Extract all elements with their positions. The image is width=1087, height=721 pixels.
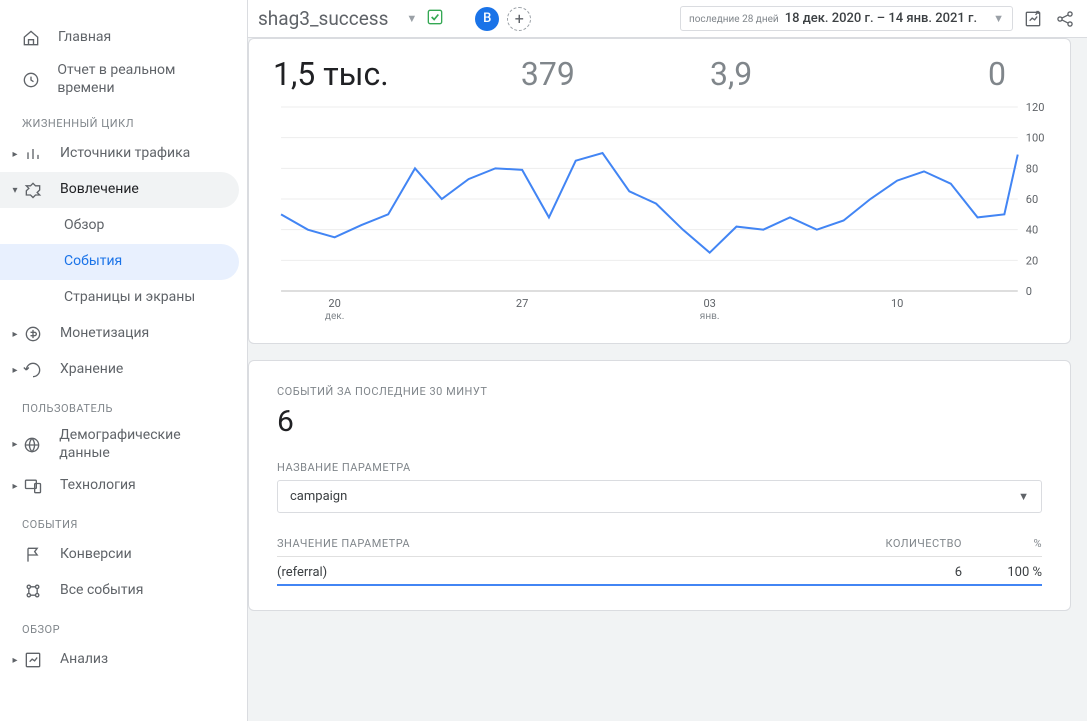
events-30min-title: СОБЫТИЙ ЗА ПОСЛЕДНИЕ 30 МИНУТ [277, 385, 1042, 398]
chevron-down-icon: ▼ [993, 12, 1004, 25]
nav-home[interactable]: Главная [0, 20, 239, 56]
chevron-right-icon: ▸ [8, 365, 22, 376]
nav-label: Хранение [60, 361, 123, 379]
event-name: shag3_success [252, 7, 388, 30]
param-selected-value: campaign [290, 489, 347, 504]
flag-icon [22, 545, 44, 565]
svg-text:100: 100 [1026, 132, 1045, 145]
svg-text:27: 27 [516, 297, 528, 310]
sidebar: Главная Отчет в реальном времени ЖИЗНЕНН… [0, 0, 248, 721]
svg-text:10: 10 [891, 297, 903, 310]
nav-label: Вовлечение [60, 181, 139, 199]
nav-analysis[interactable]: ▸ Анализ [0, 642, 239, 678]
metric-1[interactable]: 1,5 тыс. [273, 55, 456, 93]
chevron-right-icon: ▸ [8, 149, 22, 160]
svg-text:80: 80 [1026, 162, 1038, 175]
chevron-down-icon: ▼ [1018, 490, 1029, 503]
svg-text:0: 0 [1026, 285, 1032, 298]
nav-engagement-pages[interactable]: Страницы и экраны [0, 280, 239, 316]
check-icon[interactable] [425, 7, 445, 31]
nav-label: Технология [60, 477, 136, 495]
nav-engagement-events[interactable]: События [0, 244, 239, 280]
customize-report-icon[interactable] [1021, 7, 1045, 31]
engagement-icon [22, 180, 44, 200]
line-chart: 02040608010012020дек.2703янв.10 [249, 101, 1070, 331]
svg-text:дек.: дек. [325, 311, 344, 322]
nav-label: Страницы и экраны [64, 289, 195, 307]
section-lifecycle: ЖИЗНЕННЫЙ ЦИКЛ [0, 103, 247, 136]
events-30min-count: 6 [277, 404, 1042, 439]
nav-monetization[interactable]: ▸ Монетизация [0, 316, 239, 352]
analysis-icon [22, 650, 44, 670]
nav-demographics[interactable]: ▸ Демографические данные [0, 421, 239, 468]
svg-text:120: 120 [1026, 101, 1045, 114]
param-name-label: НАЗВАНИЕ ПАРАМЕТРА [277, 461, 1042, 474]
nav-engagement-overview[interactable]: Обзор [0, 208, 239, 244]
section-overview: ОБЗОР [0, 609, 247, 642]
nav-retention[interactable]: ▸ Хранение [0, 352, 239, 388]
nav-technology[interactable]: ▸ Технология [0, 468, 239, 504]
date-prefix: последние 28 дней [689, 14, 779, 25]
nav-traffic[interactable]: ▸ Источники трафика [0, 136, 239, 172]
svg-text:20: 20 [1026, 254, 1038, 267]
nav-label: Главная [58, 29, 111, 47]
traffic-icon [22, 144, 44, 164]
td-pct: 100 % [962, 565, 1042, 580]
nav-label: Обзор [64, 217, 104, 235]
nav-label: Все события [60, 582, 143, 600]
metric-3[interactable]: 3,9 [640, 55, 823, 93]
nav-label: Источники трафика [60, 145, 190, 163]
add-compare-button[interactable]: + [507, 7, 531, 31]
metric-4[interactable]: 0 [823, 55, 1046, 93]
section-user: ПОЛЬЗОВАТЕЛЬ [0, 388, 247, 421]
chevron-right-icon: ▸ [8, 655, 22, 666]
td-name: (referral) [277, 565, 822, 580]
clock-icon [20, 70, 41, 90]
home-icon [20, 28, 42, 48]
metric-2[interactable]: 379 [456, 55, 639, 93]
main: shag3_success ▼ В + последние 28 дней 18… [248, 0, 1087, 721]
nav-label: Конверсии [60, 546, 132, 564]
dropdown-triangle-icon[interactable]: ▼ [406, 12, 417, 25]
th-count: КОЛИЧЕСТВО [822, 537, 962, 550]
section-events: СОБЫТИЯ [0, 504, 247, 537]
param-select[interactable]: campaign ▼ [277, 480, 1042, 513]
nav-label: Демографические данные [59, 427, 231, 462]
date-range-picker[interactable]: последние 28 дней 18 дек. 2020 г. – 14 я… [680, 6, 1013, 31]
th-name: ЗНАЧЕНИЕ ПАРАМЕТРА [277, 537, 822, 550]
monetization-icon [22, 324, 44, 344]
nav-engagement[interactable]: ▾ Вовлечение [0, 172, 239, 208]
nav-conversions[interactable]: Конверсии [0, 537, 239, 573]
events-icon [22, 581, 44, 601]
nav-label: Отчет в реальном времени [57, 62, 231, 97]
nav-all-events[interactable]: Все события [0, 573, 239, 609]
chevron-right-icon: ▸ [8, 481, 22, 492]
svg-text:03: 03 [703, 297, 715, 310]
chevron-right-icon: ▸ [8, 439, 22, 450]
globe-icon [22, 435, 44, 455]
svg-text:20: 20 [328, 297, 340, 310]
devices-icon [22, 476, 44, 496]
nav-label: Монетизация [60, 325, 149, 343]
nav-label: Анализ [60, 651, 108, 669]
table-row[interactable]: (referral)6100 % [277, 557, 1042, 586]
param-table-head: ЗНАЧЕНИЕ ПАРАМЕТРА КОЛИЧЕСТВО % [277, 537, 1042, 557]
th-pct: % [962, 537, 1042, 550]
chevron-right-icon: ▸ [8, 329, 22, 340]
td-count: 6 [822, 565, 962, 580]
svg-text:60: 60 [1026, 193, 1038, 206]
nav-label: События [64, 253, 122, 271]
svg-text:40: 40 [1026, 224, 1038, 237]
metrics-card: 1,5 тыс. 379 3,9 0 02040608010012020дек.… [248, 38, 1071, 344]
nav-realtime[interactable]: Отчет в реальном времени [0, 56, 239, 103]
share-icon[interactable] [1053, 7, 1077, 31]
date-range: 18 дек. 2020 г. – 14 янв. 2021 г. [785, 11, 977, 26]
retention-icon [22, 360, 44, 380]
events-30min-card: СОБЫТИЙ ЗА ПОСЛЕДНИЕ 30 МИНУТ 6 НАЗВАНИЕ… [248, 360, 1071, 611]
metrics-row: 1,5 тыс. 379 3,9 0 [249, 39, 1070, 101]
topbar: shag3_success ▼ В + последние 28 дней 18… [248, 0, 1087, 38]
svg-text:янв.: янв. [700, 311, 720, 322]
avatar[interactable]: В [475, 7, 499, 31]
chevron-down-icon: ▾ [8, 185, 22, 196]
